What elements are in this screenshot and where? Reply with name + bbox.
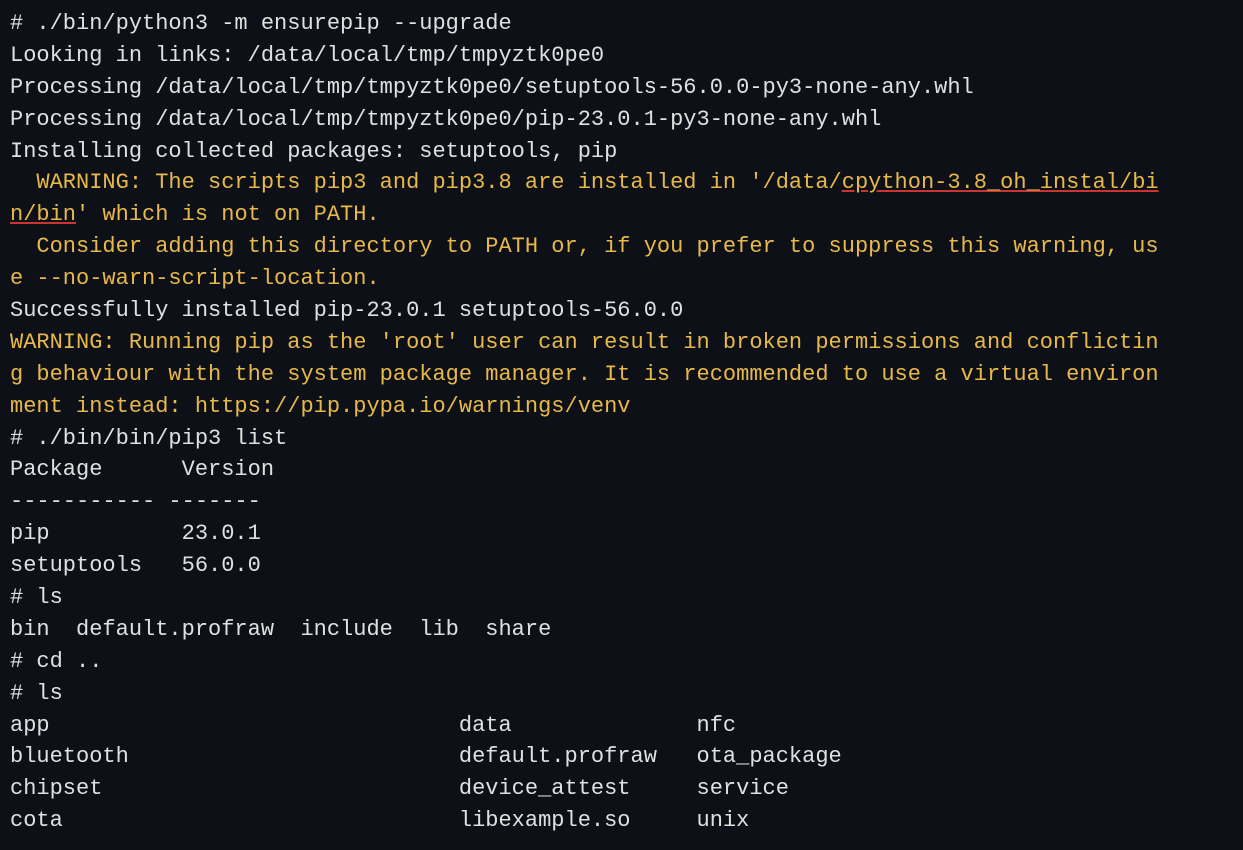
terminal-line: Looking in links: /data/local/tmp/tmpyzt… — [10, 40, 1233, 72]
terminal-line: # ./bin/python3 -m ensurepip --upgrade — [10, 8, 1233, 40]
terminal-line: bluetooth default.profraw ota_package — [10, 741, 1233, 773]
terminal-line: WARNING: The scripts pip3 and pip3.8 are… — [10, 167, 1233, 231]
terminal-line: cota libexample.so unix — [10, 805, 1233, 837]
terminal-line: app data nfc — [10, 710, 1233, 742]
terminal-line: Package Version — [10, 454, 1233, 486]
terminal-line: setuptools 56.0.0 — [10, 550, 1233, 582]
terminal-line: Consider adding this directory to PATH o… — [10, 231, 1233, 295]
terminal-line: Processing /data/local/tmp/tmpyztk0pe0/p… — [10, 104, 1233, 136]
terminal-line: Installing collected packages: setuptool… — [10, 136, 1233, 168]
terminal-line: # ./bin/bin/pip3 list — [10, 423, 1233, 455]
terminal-line: bin default.profraw include lib share — [10, 614, 1233, 646]
terminal-line: # cd .. — [10, 646, 1233, 678]
terminal-line: chipset device_attest service — [10, 773, 1233, 805]
terminal-line: cpython-3.8_oh_instal local updater — [10, 837, 1233, 842]
terminal-line: pip 23.0.1 — [10, 518, 1233, 550]
terminal: # ./bin/python3 -m ensurepip --upgrade L… — [10, 8, 1233, 842]
terminal-line: Successfully installed pip-23.0.1 setupt… — [10, 295, 1233, 327]
terminal-line: Processing /data/local/tmp/tmpyztk0pe0/s… — [10, 72, 1233, 104]
terminal-line: ----------- ------- — [10, 486, 1233, 518]
terminal-line: # ls — [10, 582, 1233, 614]
terminal-line: WARNING: Running pip as the 'root' user … — [10, 327, 1233, 423]
terminal-line: # ls — [10, 678, 1233, 710]
